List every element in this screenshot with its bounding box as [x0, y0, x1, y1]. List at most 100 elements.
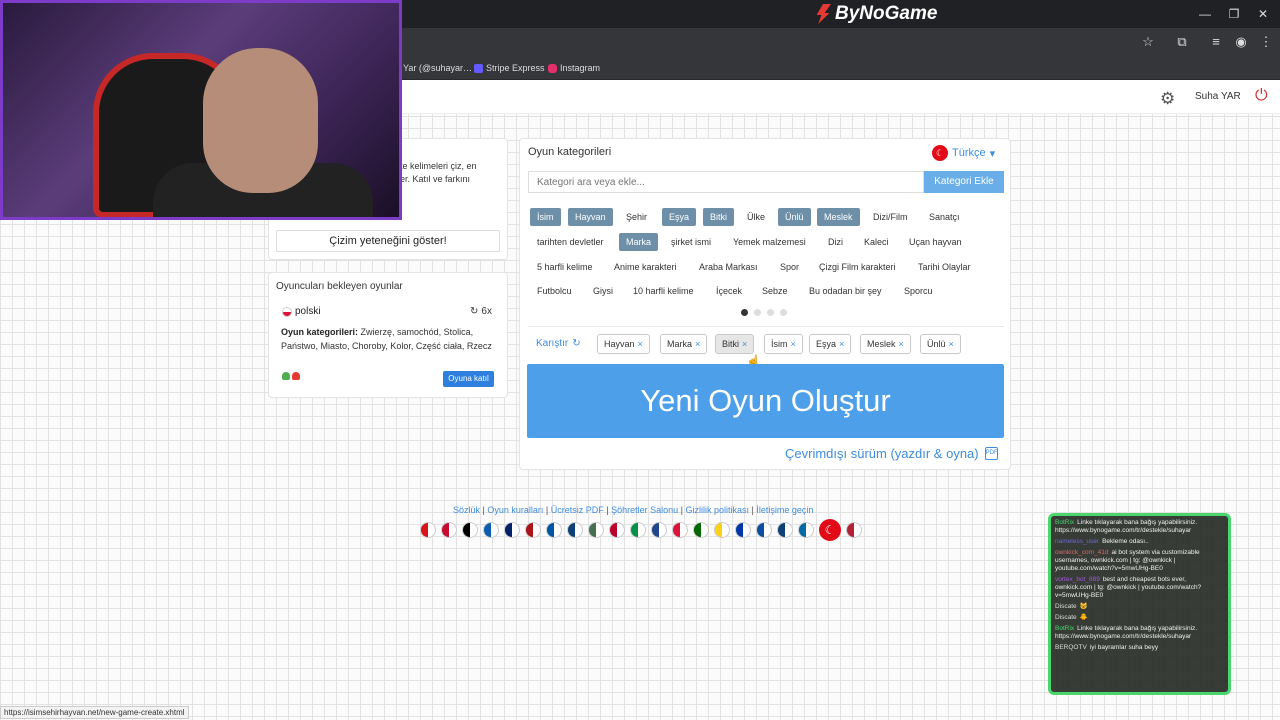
category-chip[interactable]: Meslek: [817, 208, 860, 226]
category-chip[interactable]: 5 harfli kelime: [530, 258, 600, 276]
category-chip[interactable]: Sporcu: [897, 282, 940, 300]
remove-tag-icon[interactable]: ×: [791, 339, 796, 349]
category-chip[interactable]: Giysi: [586, 282, 620, 300]
footer-link[interactable]: Oyun kuralları: [487, 505, 543, 515]
language-flag-icon[interactable]: [609, 522, 625, 538]
selected-tag[interactable]: Eşya ×: [809, 334, 852, 354]
remove-tag-icon[interactable]: ×: [949, 339, 954, 349]
offline-version-link[interactable]: Çevrimdışı sürüm (yazdır & oyna) PDF: [785, 446, 998, 461]
minimize-icon[interactable]: —: [1190, 4, 1220, 24]
category-chip[interactable]: Sanatçı: [922, 208, 967, 226]
star-icon[interactable]: ☆: [1140, 34, 1156, 50]
language-flag-icon[interactable]: [714, 522, 730, 538]
footer-link[interactable]: Şöhretler Salonu: [611, 505, 678, 515]
language-flag-icon[interactable]: [777, 522, 793, 538]
selected-tag[interactable]: Marka ×: [660, 334, 708, 354]
language-flag-icon[interactable]: [504, 522, 520, 538]
category-chip[interactable]: Araba Markası: [692, 258, 765, 276]
footer-link[interactable]: Ücretsiz PDF: [551, 505, 604, 515]
category-chip[interactable]: Şehir: [619, 208, 654, 226]
power-icon[interactable]: ⏻: [1255, 87, 1268, 105]
close-icon[interactable]: ✕: [1248, 4, 1278, 24]
language-flag-icon[interactable]: [693, 522, 709, 538]
language-flag-icon[interactable]: [567, 522, 583, 538]
refresh-icon: ↻: [470, 306, 479, 317]
selected-tag[interactable]: Ünlü ×: [920, 334, 961, 354]
language-flag-icon[interactable]: [630, 522, 646, 538]
remove-tag-icon[interactable]: ×: [695, 339, 700, 349]
gear-icon[interactable]: ⚙: [1160, 89, 1175, 109]
category-search-input[interactable]: [528, 171, 924, 193]
category-chip[interactable]: Bitki: [703, 208, 735, 226]
category-chip[interactable]: Uçan hayvan: [902, 233, 969, 251]
bookmark-item[interactable]: Stripe Express: [474, 61, 545, 75]
chat-text: Bekleme odası..: [1102, 538, 1149, 545]
user-name[interactable]: Suha YAR: [1195, 91, 1241, 102]
remove-tag-icon[interactable]: ×: [899, 339, 904, 349]
category-chip[interactable]: İçecek: [709, 282, 749, 300]
category-chip[interactable]: Ünlü: [778, 208, 811, 226]
category-chip[interactable]: Kaleci: [857, 233, 896, 251]
category-chip[interactable]: Anime karakteri: [607, 258, 684, 276]
footer-link[interactable]: Gizlilik politikası: [685, 505, 749, 515]
category-chip[interactable]: Dizi/Film: [866, 208, 915, 226]
selected-tag[interactable]: İsim ×: [764, 334, 803, 354]
category-chip[interactable]: şirket ismi: [664, 233, 718, 251]
category-chip[interactable]: tarihten devletler: [530, 233, 611, 251]
add-category-button[interactable]: Kategori Ekle: [924, 171, 1004, 193]
remove-tag-icon[interactable]: ×: [638, 339, 643, 349]
footer-link[interactable]: İletişime geçin: [756, 505, 813, 515]
category-chip[interactable]: Tarihi Olaylar: [911, 258, 978, 276]
remove-tag-icon[interactable]: ×: [839, 339, 844, 349]
restore-icon[interactable]: ❐: [1219, 4, 1249, 24]
language-flag-icon[interactable]: [672, 522, 688, 538]
shuffle-button[interactable]: Karıştır ↻: [536, 338, 581, 349]
language-flag-icon[interactable]: [651, 522, 667, 538]
language-flag-icon[interactable]: [546, 522, 562, 538]
media-icon[interactable]: ≡: [1208, 34, 1224, 50]
selected-tag[interactable]: Meslek ×: [860, 334, 911, 354]
language-flag-icon[interactable]: [735, 522, 751, 538]
show-drawing-button[interactable]: Çizim yeteneğini göster!: [276, 230, 500, 252]
language-flag-icon[interactable]: [441, 522, 457, 538]
menu-icon[interactable]: ⋮: [1258, 34, 1274, 50]
carousel-dot[interactable]: [780, 309, 787, 316]
language-select[interactable]: ☾ Türkçe ▾: [932, 145, 995, 161]
category-chip[interactable]: Hayvan: [568, 208, 613, 226]
category-chip[interactable]: Bu odadan bir şey: [802, 282, 889, 300]
bookmark-item[interactable]: Yar (@suhayar…: [403, 61, 472, 75]
category-chip[interactable]: Futbolcu: [530, 282, 579, 300]
language-flag-icon[interactable]: [798, 522, 814, 538]
create-game-button[interactable]: Yeni Oyun Oluştur: [527, 364, 1004, 438]
remove-tag-icon[interactable]: ×: [742, 339, 747, 349]
category-chip[interactable]: Dizi: [821, 233, 850, 251]
category-chip[interactable]: 10 harfli kelime: [626, 282, 701, 300]
language-flag-icon[interactable]: [846, 522, 862, 538]
category-chip[interactable]: İsim: [530, 208, 561, 226]
carousel-dot[interactable]: [754, 309, 761, 316]
language-flag-icon[interactable]: [588, 522, 604, 538]
language-flag-icon[interactable]: [525, 522, 541, 538]
carousel-dot[interactable]: [741, 309, 748, 316]
footer-link[interactable]: Sözlük: [453, 505, 480, 515]
language-flag-icon[interactable]: [483, 522, 499, 538]
language-flag-icon[interactable]: [420, 522, 436, 538]
category-chip[interactable]: Spor: [773, 258, 806, 276]
language-flag-icon[interactable]: [756, 522, 772, 538]
selected-tag[interactable]: Hayvan ×: [597, 334, 650, 354]
category-chip[interactable]: Çizgi Film karakteri: [812, 258, 903, 276]
profile-icon[interactable]: ◉: [1233, 34, 1249, 50]
chat-username: BotRix: [1055, 625, 1075, 632]
selected-tag[interactable]: Bitki ×: [715, 334, 755, 354]
category-chip[interactable]: Sebze: [755, 282, 795, 300]
category-chip[interactable]: Yemek malzemesi: [726, 233, 813, 251]
carousel-dot[interactable]: [767, 309, 774, 316]
language-flag-icon[interactable]: ☾: [819, 519, 841, 541]
extensions-icon[interactable]: ⧉: [1174, 34, 1190, 50]
category-chip[interactable]: Marka: [619, 233, 659, 251]
join-game-button[interactable]: Oyuna katıl: [443, 371, 494, 387]
category-chip[interactable]: Ülke: [740, 208, 772, 226]
bookmark-item[interactable]: Instagram: [548, 61, 600, 75]
language-flag-icon[interactable]: [462, 522, 478, 538]
category-chip[interactable]: Eşya: [662, 208, 697, 226]
